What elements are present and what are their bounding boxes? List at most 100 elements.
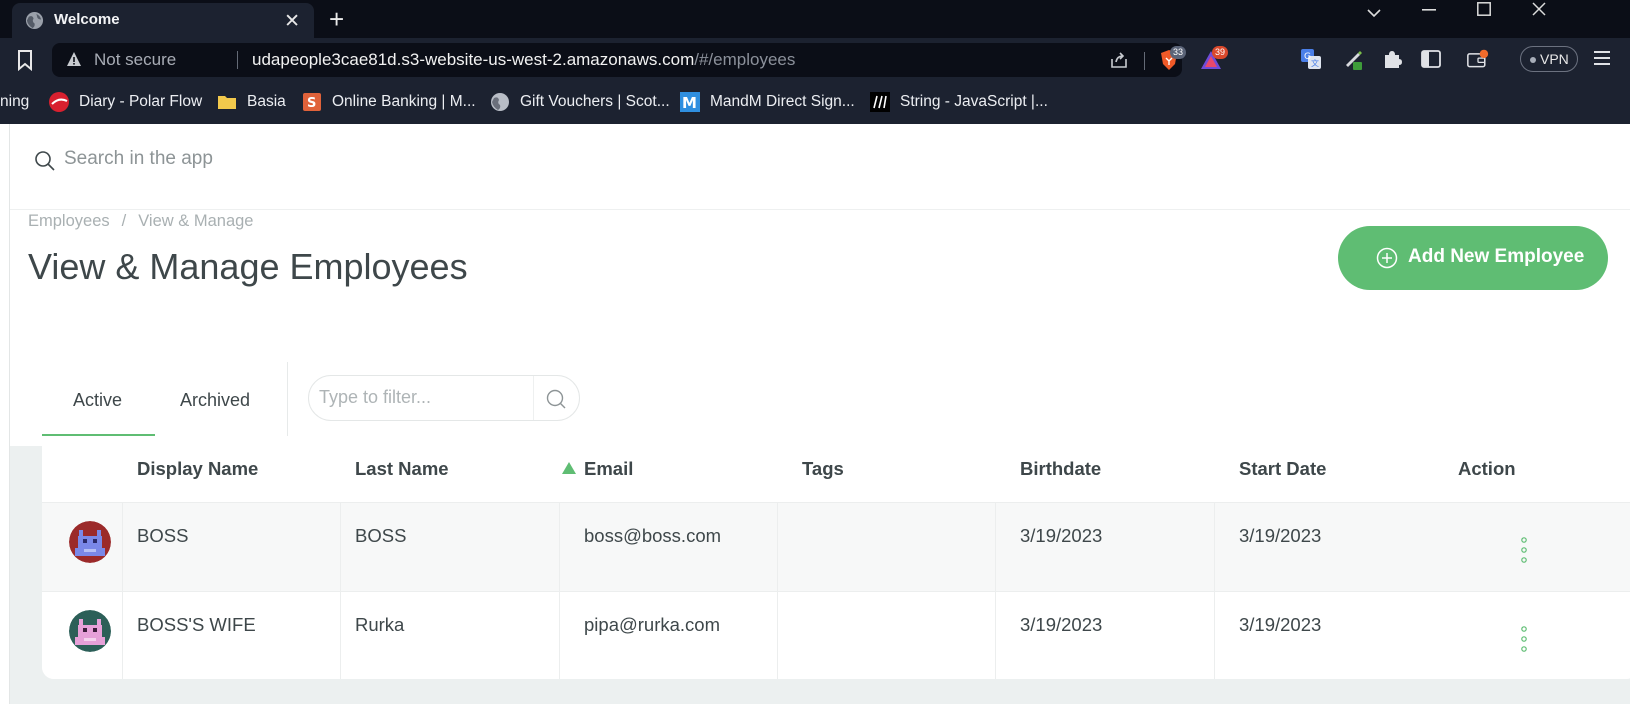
cell-last-name: Rurka — [355, 614, 405, 635]
row-actions-icon[interactable] — [1520, 626, 1528, 652]
bookmark-item[interactable]: String - JavaScript |... — [870, 91, 1048, 115]
divider — [122, 503, 123, 591]
app-page: Search in the app Employees / View & Manag… — [10, 124, 1630, 704]
cell-start-date: 3/19/2023 — [1239, 525, 1322, 546]
divider — [287, 362, 288, 436]
close-window-icon[interactable] — [1532, 2, 1546, 16]
bookmark-item[interactable]: Gift Vouchers | Scot... — [490, 91, 670, 115]
divider — [533, 376, 534, 420]
column-last-name[interactable]: Last Name — [355, 458, 449, 480]
tab-active-label: Active — [73, 390, 123, 410]
filter-input[interactable]: Type to filter... — [308, 375, 580, 421]
bookmark-label: ning — [0, 93, 30, 110]
bookmark-item[interactable]: S Online Banking | M... — [302, 91, 476, 115]
employee-tabs: Active Archived Type to filter... — [42, 362, 598, 436]
column-action: Action — [1458, 458, 1516, 479]
mdn-icon — [870, 92, 890, 112]
wallet-icon[interactable] — [1467, 48, 1489, 70]
close-tab-icon[interactable]: ✕ — [284, 10, 300, 33]
minimize-icon[interactable] — [1422, 9, 1436, 11]
tab-active[interactable]: Active — [42, 362, 155, 436]
column-birthdate[interactable]: Birthdate — [1020, 458, 1101, 480]
svg-text:G: G — [1304, 52, 1311, 62]
bookmark-label: Diary - Polar Flow — [79, 93, 203, 110]
divider — [340, 503, 341, 591]
bookmark-item[interactable]: Diary - Polar Flow — [49, 91, 203, 115]
table-header: Display Name Last Name Email Tags Birthd… — [42, 436, 1630, 503]
column-tags[interactable]: Tags — [802, 458, 844, 480]
column-display-name[interactable]: Display Name — [137, 458, 258, 480]
sidebar-icon[interactable] — [1420, 48, 1442, 70]
sort-ascending-icon[interactable] — [562, 462, 576, 474]
breadcrumb-employees[interactable]: Employees — [28, 212, 110, 230]
breadcrumb: Employees / View & Manage — [28, 212, 254, 231]
cell-start-date: 3/19/2023 — [1239, 614, 1322, 635]
search-input[interactable]: Search in the app — [64, 148, 213, 170]
cell-birthdate: 3/19/2023 — [1020, 614, 1103, 635]
shields-badge: 33 — [1170, 46, 1187, 59]
globe-icon — [25, 11, 44, 30]
cell-email: boss@boss.com — [584, 525, 722, 546]
cell-birthdate: 3/19/2023 — [1020, 525, 1103, 546]
avatar-image — [69, 610, 111, 652]
address-bar[interactable]: Not secure udapeople3cae81d.s3-website-u… — [52, 43, 1229, 77]
table-row[interactable]: BOSS'S WIFE Rurka pipa@rurka.com 3/19/20… — [42, 592, 1630, 679]
vpn-status-dot — [1530, 57, 1536, 63]
extensions-icon[interactable] — [1381, 48, 1403, 70]
employees-table: Display Name Last Name Email Tags Birthd… — [42, 436, 1630, 679]
divider — [122, 592, 123, 679]
bookmark-icon[interactable] — [16, 49, 34, 71]
warning-icon[interactable] — [66, 51, 82, 67]
svg-text:S: S — [307, 96, 316, 111]
cell-last-name: BOSS — [355, 525, 407, 546]
filter-placeholder: Type to filter... — [319, 387, 432, 407]
add-new-employee-button[interactable]: Add New Employee — [1338, 226, 1608, 290]
share-icon[interactable] — [1110, 51, 1128, 69]
maximize-icon[interactable] — [1477, 2, 1491, 16]
cell-display-name: BOSS'S WIFE — [137, 614, 256, 635]
left-sidebar-edge — [0, 124, 10, 704]
column-email[interactable]: Email — [584, 458, 633, 480]
divider — [777, 503, 778, 591]
pen-extension-icon[interactable] — [1343, 48, 1365, 70]
bookmark-label: Gift Vouchers | Scot... — [520, 93, 670, 110]
avatar-image — [69, 521, 111, 563]
search-icon[interactable] — [545, 388, 567, 410]
divider — [1144, 52, 1145, 70]
bookmark-label: Online Banking | M... — [332, 93, 476, 110]
app-search-bar[interactable]: Search in the app — [10, 124, 1630, 210]
divider — [777, 592, 778, 679]
tab-search-icon[interactable] — [1367, 8, 1381, 18]
column-start-date[interactable]: Start Date — [1239, 458, 1326, 480]
divider — [1214, 503, 1215, 591]
divider — [995, 503, 996, 591]
bookmark-label: String - JavaScript |... — [900, 93, 1048, 110]
bookmark-item[interactable]: M MandM Direct Sign... — [680, 91, 855, 115]
page-title: View & Manage Employees — [28, 246, 468, 287]
browser-tab[interactable]: Welcome ✕ — [12, 3, 314, 38]
bookmarks-bar: ning Diary - Polar Flow Basia S Online B… — [0, 84, 1630, 124]
divider — [340, 592, 341, 679]
browser-toolbar: Not secure udapeople3cae81d.s3-website-u… — [0, 38, 1630, 84]
svg-text:M: M — [682, 94, 697, 112]
search-icon — [35, 151, 55, 171]
breadcrumb-separator: / — [121, 212, 127, 230]
breadcrumb-current: View & Manage — [138, 212, 254, 230]
tab-archived-label: Archived — [180, 390, 251, 410]
svg-text:文: 文 — [1311, 58, 1319, 68]
divider — [559, 592, 560, 679]
url-text[interactable]: udapeople3cae81d.s3-website-us-west-2.am… — [252, 50, 795, 70]
security-label[interactable]: Not secure — [94, 50, 176, 70]
menu-icon[interactable] — [1594, 51, 1610, 65]
vpn-button[interactable]: VPN — [1520, 46, 1578, 72]
bookmark-item[interactable]: Basia — [217, 91, 297, 115]
tab-archived[interactable]: Archived — [156, 362, 284, 436]
vpn-label: VPN — [1540, 51, 1569, 67]
divider — [995, 592, 996, 679]
banking-icon: S — [303, 93, 321, 111]
row-actions-icon[interactable] — [1520, 537, 1528, 563]
table-row[interactable]: BOSS BOSS boss@boss.com 3/19/2023 3/19/2… — [42, 503, 1630, 592]
google-translate-icon[interactable]: G 文 — [1300, 48, 1322, 70]
new-tab-button[interactable]: + — [329, 4, 344, 35]
folder-icon — [218, 96, 236, 109]
